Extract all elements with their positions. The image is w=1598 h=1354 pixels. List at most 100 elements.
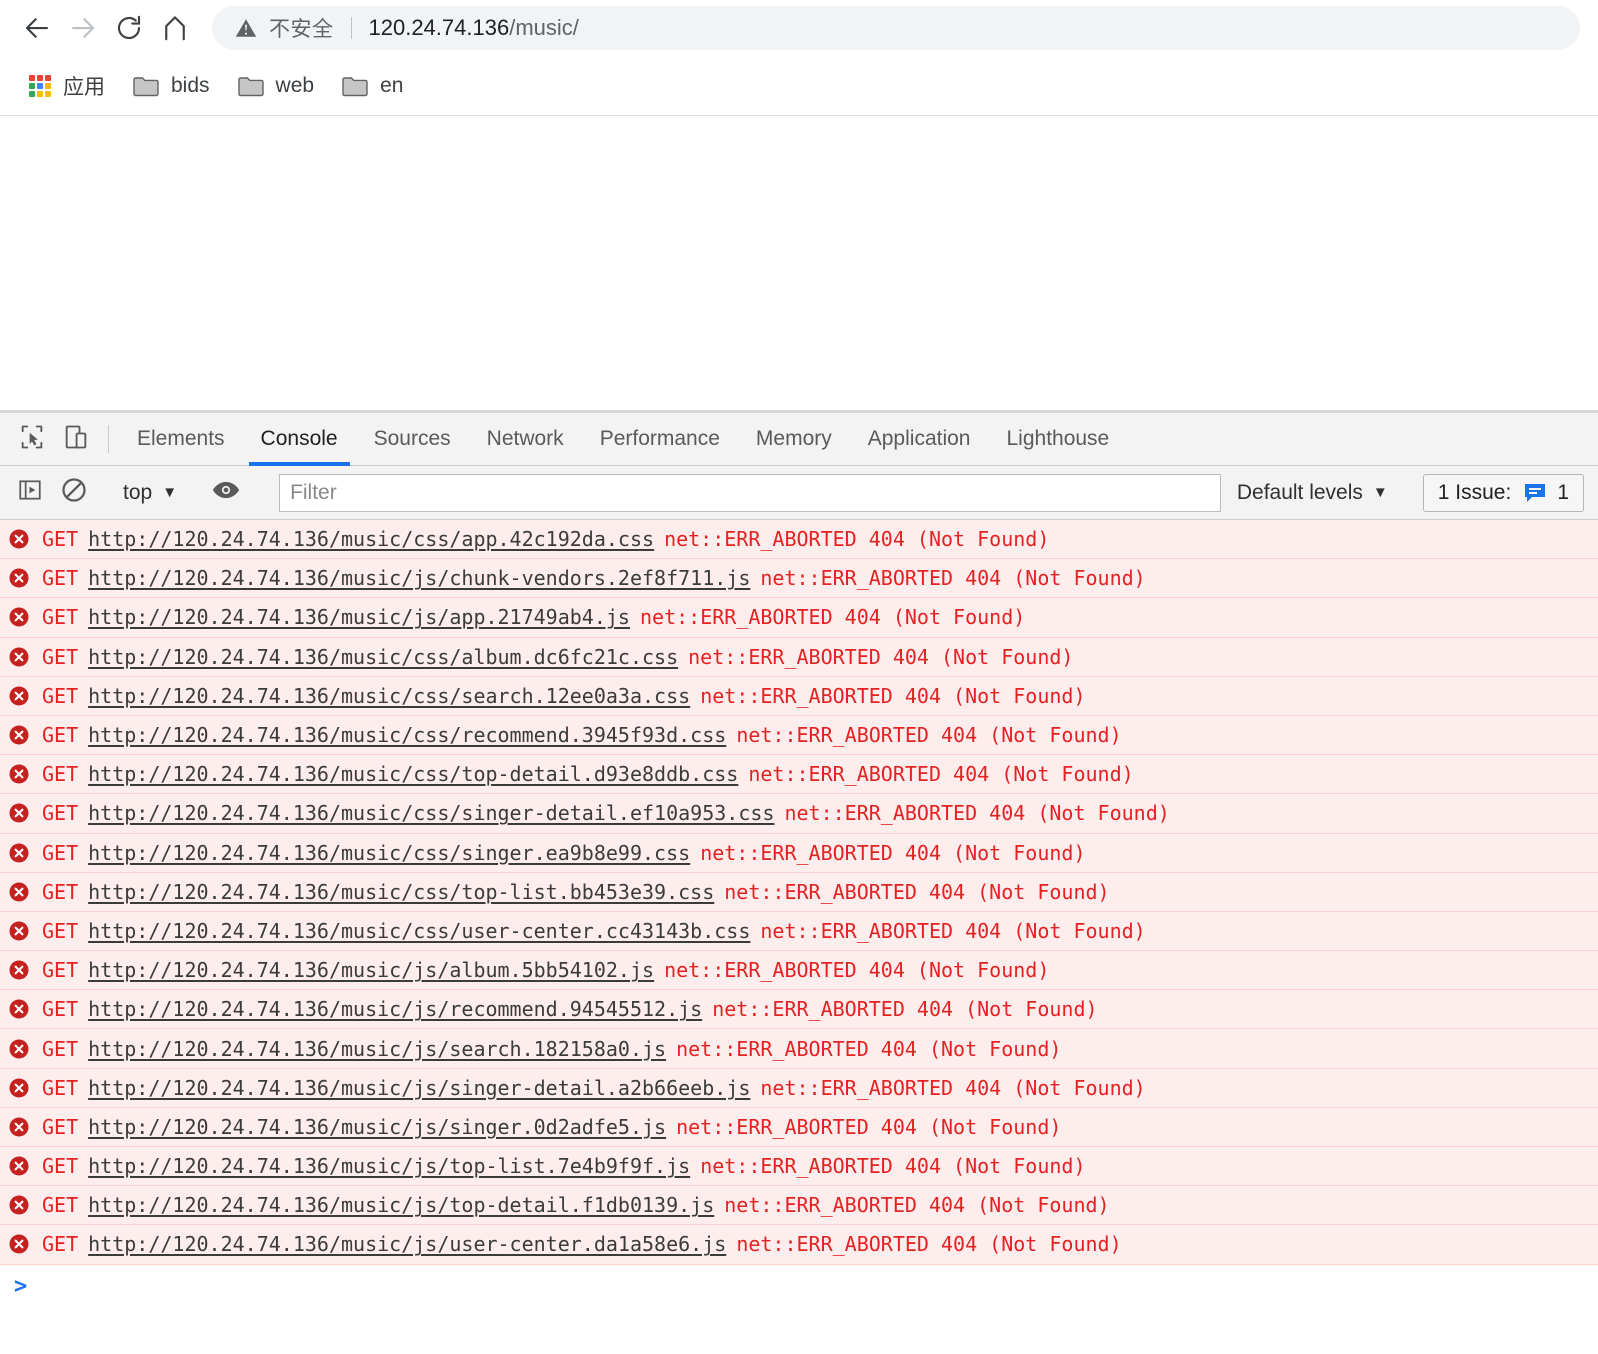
bookmark-label: web	[275, 73, 315, 97]
execution-context-value: top	[123, 480, 153, 504]
tab-network[interactable]: Network	[469, 413, 582, 465]
bookmark-apps[interactable]: 应用	[18, 66, 116, 106]
clear-console-button[interactable]	[52, 471, 96, 515]
request-url-link[interactable]: http://120.24.74.136/music/css/album.dc6…	[88, 645, 678, 669]
request-url-link[interactable]: http://120.24.74.136/music/css/recommend…	[88, 723, 726, 747]
tab-sources[interactable]: Sources	[356, 413, 469, 465]
console-error-row[interactable]: GET http://120.24.74.136/music/js/top-det…	[0, 1186, 1598, 1226]
browser-toolbar: 不安全 120.24.74.136 /music/	[0, 0, 1598, 56]
request-url-link[interactable]: http://120.24.74.136/music/js/recommend.…	[88, 997, 702, 1021]
request-url-link[interactable]: http://120.24.74.136/music/js/top-detail…	[88, 1193, 714, 1217]
inspect-element-button[interactable]	[10, 413, 54, 465]
inspect-cursor-icon	[18, 423, 46, 456]
tab-memory[interactable]: Memory	[738, 413, 850, 465]
console-error-row[interactable]: GET http://120.24.74.136/music/js/top-lis…	[0, 1147, 1598, 1187]
request-url-link[interactable]: http://120.24.74.136/music/js/album.5bb5…	[88, 958, 654, 982]
error-text: net::ERR_ABORTED 404 (Not Found)	[760, 1075, 1146, 1100]
error-text: net::ERR_ABORTED 404 (Not Found)	[700, 683, 1086, 708]
bookmark-item-en[interactable]: en	[331, 66, 414, 106]
console-error-row[interactable]: GET http://120.24.74.136/music/css/album.…	[0, 637, 1598, 677]
error-text: net::ERR_ABORTED 404 (Not Found)	[712, 997, 1098, 1022]
tab-label: Memory	[755, 427, 832, 450]
error-text: net::ERR_ABORTED 404 (Not Found)	[664, 958, 1050, 983]
console-error-row[interactable]: GET http://120.24.74.136/music/css/app.42…	[0, 520, 1598, 560]
chevron-down-icon: ▼	[1372, 484, 1388, 501]
tab-performance[interactable]: Performance	[582, 413, 738, 465]
request-url-link[interactable]: http://120.24.74.136/music/css/user-cent…	[88, 919, 750, 943]
execution-context-selector[interactable]: top ▼	[117, 481, 183, 505]
error-icon	[8, 1194, 30, 1216]
request-url-link[interactable]: http://120.24.74.136/music/js/chunk-vend…	[88, 566, 750, 590]
console-error-row[interactable]: GET http://120.24.74.136/music/css/user-c…	[0, 911, 1598, 952]
console-sidebar-toggle-button[interactable]	[8, 471, 52, 515]
request-url-link[interactable]: http://120.24.74.136/music/css/top-detai…	[88, 762, 738, 786]
request-url-link[interactable]: http://120.24.74.136/music/css/app.42c19…	[88, 527, 654, 551]
request-url-link[interactable]: http://120.24.74.136/music/js/search.182…	[88, 1037, 666, 1061]
back-button[interactable]	[14, 5, 60, 51]
console-error-row[interactable]: GET http://120.24.74.136/music/css/singer…	[0, 833, 1598, 873]
log-levels-selector[interactable]: Default levels ▼	[1229, 481, 1396, 505]
error-icon	[8, 802, 30, 824]
not-secure-warning-icon	[234, 16, 258, 40]
console-error-row[interactable]: GET http://120.24.74.136/music/js/chunk-v…	[0, 559, 1598, 599]
live-expression-button[interactable]	[204, 471, 248, 515]
prompt-caret-icon: >	[14, 1274, 28, 1300]
request-url-link[interactable]: http://120.24.74.136/music/js/user-cente…	[88, 1232, 726, 1256]
bookmarks-bar: 应用 bids web en	[0, 56, 1598, 116]
request-url-link[interactable]: http://120.24.74.136/music/js/app.21749a…	[88, 605, 630, 629]
console-error-row[interactable]: GET http://120.24.74.136/music/js/app.217…	[0, 598, 1598, 638]
error-text: net::ERR_ABORTED 404 (Not Found)	[736, 723, 1122, 748]
error-text: net::ERR_ABORTED 404 (Not Found)	[748, 762, 1134, 787]
console-error-row[interactable]: GET http://120.24.74.136/music/css/top-li…	[0, 872, 1598, 912]
console-prompt[interactable]: >	[0, 1264, 1598, 1309]
bookmark-item-bids[interactable]: bids	[122, 66, 221, 106]
tab-console[interactable]: Console	[243, 413, 356, 466]
console-error-row[interactable]: GET http://120.24.74.136/music/css/recomm…	[0, 715, 1598, 756]
issues-count: 1	[1557, 480, 1569, 504]
tab-label: Lighthouse	[1006, 427, 1110, 450]
request-url-link[interactable]: http://120.24.74.136/music/js/singer-det…	[88, 1076, 750, 1100]
request-url-link[interactable]: http://120.24.74.136/music/css/search.12…	[88, 684, 690, 708]
request-method: GET	[42, 1114, 79, 1139]
device-toolbar-icon	[62, 423, 90, 456]
toggle-device-toolbar-button[interactable]	[54, 413, 98, 465]
console-error-row[interactable]: GET http://120.24.74.136/music/css/singer…	[0, 794, 1598, 834]
tab-elements[interactable]: Elements	[119, 413, 243, 465]
address-bar[interactable]: 不安全 120.24.74.136 /music/	[212, 6, 1580, 50]
request-url-link[interactable]: http://120.24.74.136/music/css/singer-de…	[88, 801, 774, 825]
folder-icon	[342, 75, 368, 97]
console-error-row[interactable]: GET http://120.24.74.136/music/css/search…	[0, 676, 1598, 716]
filter-input[interactable]	[279, 473, 1221, 512]
request-url-link[interactable]: http://120.24.74.136/music/css/top-list.…	[88, 880, 714, 904]
request-url-link[interactable]: http://120.24.74.136/music/css/singer.ea…	[88, 841, 690, 865]
issues-badge[interactable]: 1 Issue: 1	[1422, 473, 1584, 512]
error-icon	[8, 528, 30, 550]
console-message-list[interactable]: GET http://120.24.74.136/music/css/app.42…	[0, 520, 1598, 1265]
request-method: GET	[42, 958, 79, 983]
request-method: GET	[42, 527, 79, 552]
console-error-row[interactable]: GET http://120.24.74.136/music/js/singer.…	[0, 1107, 1598, 1147]
request-method: GET	[42, 683, 79, 708]
request-url-link[interactable]: http://120.24.74.136/music/js/top-list.7…	[88, 1154, 690, 1178]
request-url-link[interactable]: http://120.24.74.136/music/js/singer.0d2…	[88, 1115, 666, 1139]
folder-icon	[237, 75, 264, 97]
forward-button[interactable]	[60, 5, 106, 51]
console-error-row[interactable]: GET http://120.24.74.136/music/css/top-de…	[0, 755, 1598, 795]
error-icon	[8, 606, 30, 628]
tab-lighthouse[interactable]: Lighthouse	[988, 413, 1127, 465]
console-error-row[interactable]: GET http://120.24.74.136/music/js/album.5…	[0, 951, 1598, 991]
error-text: net::ERR_ABORTED 404 (Not Found)	[676, 1114, 1062, 1139]
error-icon	[8, 920, 30, 942]
console-error-row[interactable]: GET http://120.24.74.136/music/js/user-ce…	[0, 1225, 1598, 1265]
tab-label: Sources	[373, 427, 451, 450]
reload-button[interactable]	[106, 5, 152, 51]
console-error-row[interactable]: GET http://120.24.74.136/music/js/search.…	[0, 1029, 1598, 1069]
console-error-row[interactable]: GET http://120.24.74.136/music/js/recomme…	[0, 990, 1598, 1030]
console-error-row[interactable]: GET http://120.24.74.136/music/js/singer-…	[0, 1068, 1598, 1108]
home-button[interactable]	[152, 5, 198, 51]
error-icon	[8, 567, 30, 589]
bookmark-item-web[interactable]: web	[227, 66, 326, 106]
error-icon	[8, 842, 30, 864]
issue-bubble-icon	[1523, 482, 1547, 504]
tab-application[interactable]: Application	[850, 413, 989, 465]
